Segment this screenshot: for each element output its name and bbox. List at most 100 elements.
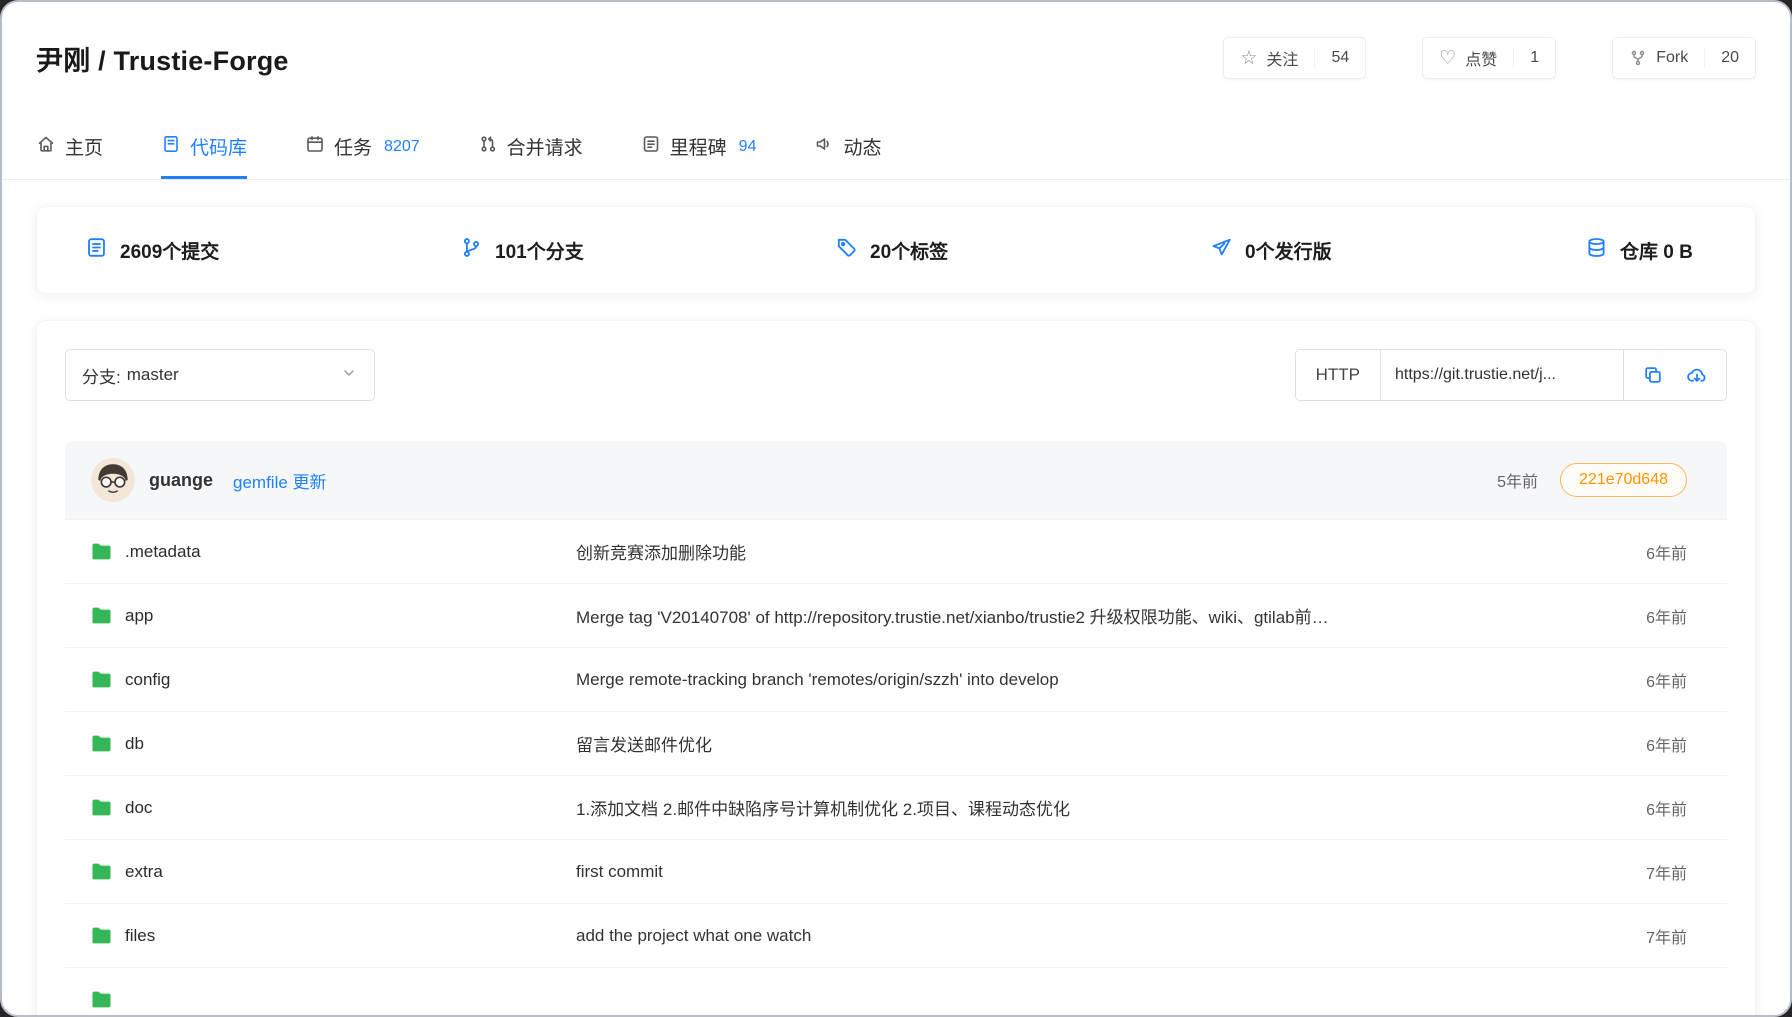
- tasks-icon: [305, 134, 325, 160]
- commit-message-link[interactable]: gemfile 更新: [233, 468, 327, 493]
- commits-icon: [85, 236, 108, 265]
- file-name[interactable]: db: [125, 734, 144, 754]
- watch-button[interactable]: ☆ 关注 54: [1223, 37, 1366, 79]
- watch-count: 54: [1314, 49, 1349, 67]
- file-commit-time: 6年前: [1646, 540, 1687, 564]
- stat-releases[interactable]: 0个发行版: [1210, 236, 1585, 265]
- protocol-button[interactable]: HTTP: [1296, 350, 1381, 400]
- table-row[interactable]: [65, 967, 1727, 1017]
- file-name-cell: [91, 990, 576, 1009]
- folder-icon: [91, 606, 112, 625]
- tab-merge-requests[interactable]: 合并请求: [478, 114, 583, 179]
- chevron-down-icon: [340, 364, 358, 387]
- tab-label: 合并请求: [507, 133, 583, 160]
- merge-request-icon: [478, 134, 498, 160]
- file-table: .metadata 创新竞赛添加删除功能 6年前 app Merge tag '…: [65, 519, 1727, 1017]
- praise-label: 点赞: [1465, 46, 1497, 70]
- star-icon: ☆: [1240, 49, 1257, 68]
- header-actions: ☆ 关注 54 ♡ 点赞 1 Fork 20: [1223, 37, 1756, 79]
- file-commit-message[interactable]: first commit: [576, 862, 1646, 882]
- tab-label: 里程碑: [670, 133, 727, 160]
- avatar[interactable]: [91, 458, 135, 502]
- folder-icon: [91, 926, 112, 945]
- file-name[interactable]: doc: [125, 798, 152, 818]
- table-row[interactable]: doc 1.添加文档 2.邮件中缺陷序号计算机制优化 2.项目、课程动态优化 6…: [65, 775, 1727, 839]
- table-row[interactable]: extra first commit 7年前: [65, 839, 1727, 903]
- file-commit-time: 6年前: [1646, 668, 1687, 692]
- folder-icon: [91, 990, 112, 1009]
- file-commit-message[interactable]: Merge remote-tracking branch 'remotes/or…: [576, 670, 1646, 690]
- stat-tags[interactable]: 20个标签: [835, 236, 1210, 265]
- file-commit-message[interactable]: Merge tag 'V20140708' of http://reposito…: [576, 603, 1646, 628]
- file-name[interactable]: app: [125, 606, 153, 626]
- file-name[interactable]: .metadata: [125, 542, 201, 562]
- table-row[interactable]: config Merge remote-tracking branch 'rem…: [65, 647, 1727, 711]
- file-commit-time: 6年前: [1646, 796, 1687, 820]
- file-name-cell: config: [91, 670, 576, 690]
- file-commit-time: 7年前: [1646, 924, 1687, 948]
- folder-icon: [91, 798, 112, 817]
- tab-activity[interactable]: 动态: [814, 114, 881, 179]
- tab-repository[interactable]: 代码库: [161, 114, 247, 179]
- file-name[interactable]: extra: [125, 862, 163, 882]
- tab-label: 代码库: [190, 133, 247, 160]
- praise-button[interactable]: ♡ 点赞 1: [1422, 37, 1556, 79]
- table-row[interactable]: app Merge tag 'V20140708' of http://repo…: [65, 583, 1727, 647]
- stats-bar: 2609个提交 101个分支 20个标签 0个发行版 仓库 0 B: [36, 206, 1756, 294]
- stat-label: 20个标签: [870, 237, 948, 264]
- table-row[interactable]: files add the project what one watch 7年前: [65, 903, 1727, 967]
- tag-icon: [835, 236, 858, 265]
- folder-icon: [91, 542, 112, 561]
- stat-label: 101个分支: [495, 237, 584, 264]
- tab-label: 任务: [334, 133, 372, 160]
- stat-repo-size[interactable]: 仓库 0 B: [1585, 236, 1693, 265]
- file-name-cell: app: [91, 606, 576, 626]
- release-icon: [1210, 236, 1233, 265]
- stat-label: 仓库 0 B: [1620, 237, 1693, 264]
- branch-icon: [460, 236, 483, 265]
- branch-selector[interactable]: 分支: master: [65, 349, 375, 401]
- tab-milestones[interactable]: 里程碑 94: [641, 114, 757, 179]
- main-card: 分支: master HTTP guange gemfile 更新 5年前 22…: [36, 320, 1756, 1017]
- tab-label: 动态: [843, 133, 881, 160]
- folder-icon: [91, 734, 112, 753]
- commit-bar: guange gemfile 更新 5年前 221e70d648: [65, 441, 1727, 519]
- clone-widget: HTTP: [1295, 349, 1727, 401]
- branch-label: 分支:: [82, 363, 121, 388]
- stat-branches[interactable]: 101个分支: [460, 236, 835, 265]
- fork-count: 20: [1704, 49, 1739, 67]
- file-commit-message[interactable]: 1.添加文档 2.邮件中缺陷序号计算机制优化 2.项目、课程动态优化: [576, 795, 1646, 820]
- file-commit-message[interactable]: 留言发送邮件优化: [576, 731, 1646, 756]
- heart-icon: ♡: [1439, 49, 1456, 68]
- file-commit-time: 6年前: [1646, 732, 1687, 756]
- stat-label: 0个发行版: [1245, 237, 1332, 264]
- tab-tasks[interactable]: 任务 8207: [305, 114, 420, 179]
- tab-home[interactable]: 主页: [36, 114, 103, 179]
- header: 尹刚 / Trustie-Forge ☆ 关注 54 ♡ 点赞 1 Fork 2…: [2, 2, 1790, 114]
- fork-label: Fork: [1656, 49, 1688, 67]
- file-name-cell: db: [91, 734, 576, 754]
- home-icon: [36, 134, 56, 160]
- file-name-cell: files: [91, 926, 576, 946]
- commit-author[interactable]: guange: [149, 470, 213, 491]
- praise-count: 1: [1513, 49, 1539, 67]
- clone-actions: [1623, 350, 1726, 400]
- commit-sha-badge[interactable]: 221e70d648: [1560, 463, 1687, 497]
- repo-icon: [161, 134, 181, 160]
- milestones-count-badge: 94: [739, 138, 757, 156]
- watch-label: 关注: [1266, 46, 1298, 70]
- file-name[interactable]: files: [125, 926, 155, 946]
- file-name-cell: .metadata: [91, 542, 576, 562]
- cloud-download-icon[interactable]: [1686, 364, 1708, 386]
- table-row[interactable]: .metadata 创新竞赛添加删除功能 6年前: [65, 519, 1727, 583]
- milestone-icon: [641, 134, 661, 160]
- clone-url-input[interactable]: [1381, 350, 1623, 400]
- table-row[interactable]: db 留言发送邮件优化 6年前: [65, 711, 1727, 775]
- stat-label: 2609个提交: [120, 237, 219, 264]
- fork-button[interactable]: Fork 20: [1612, 37, 1756, 79]
- copy-icon[interactable]: [1642, 364, 1664, 386]
- file-name[interactable]: config: [125, 670, 170, 690]
- file-commit-message[interactable]: 创新竞赛添加删除功能: [576, 539, 1646, 564]
- stat-commits[interactable]: 2609个提交: [85, 236, 460, 265]
- file-commit-message[interactable]: add the project what one watch: [576, 926, 1646, 946]
